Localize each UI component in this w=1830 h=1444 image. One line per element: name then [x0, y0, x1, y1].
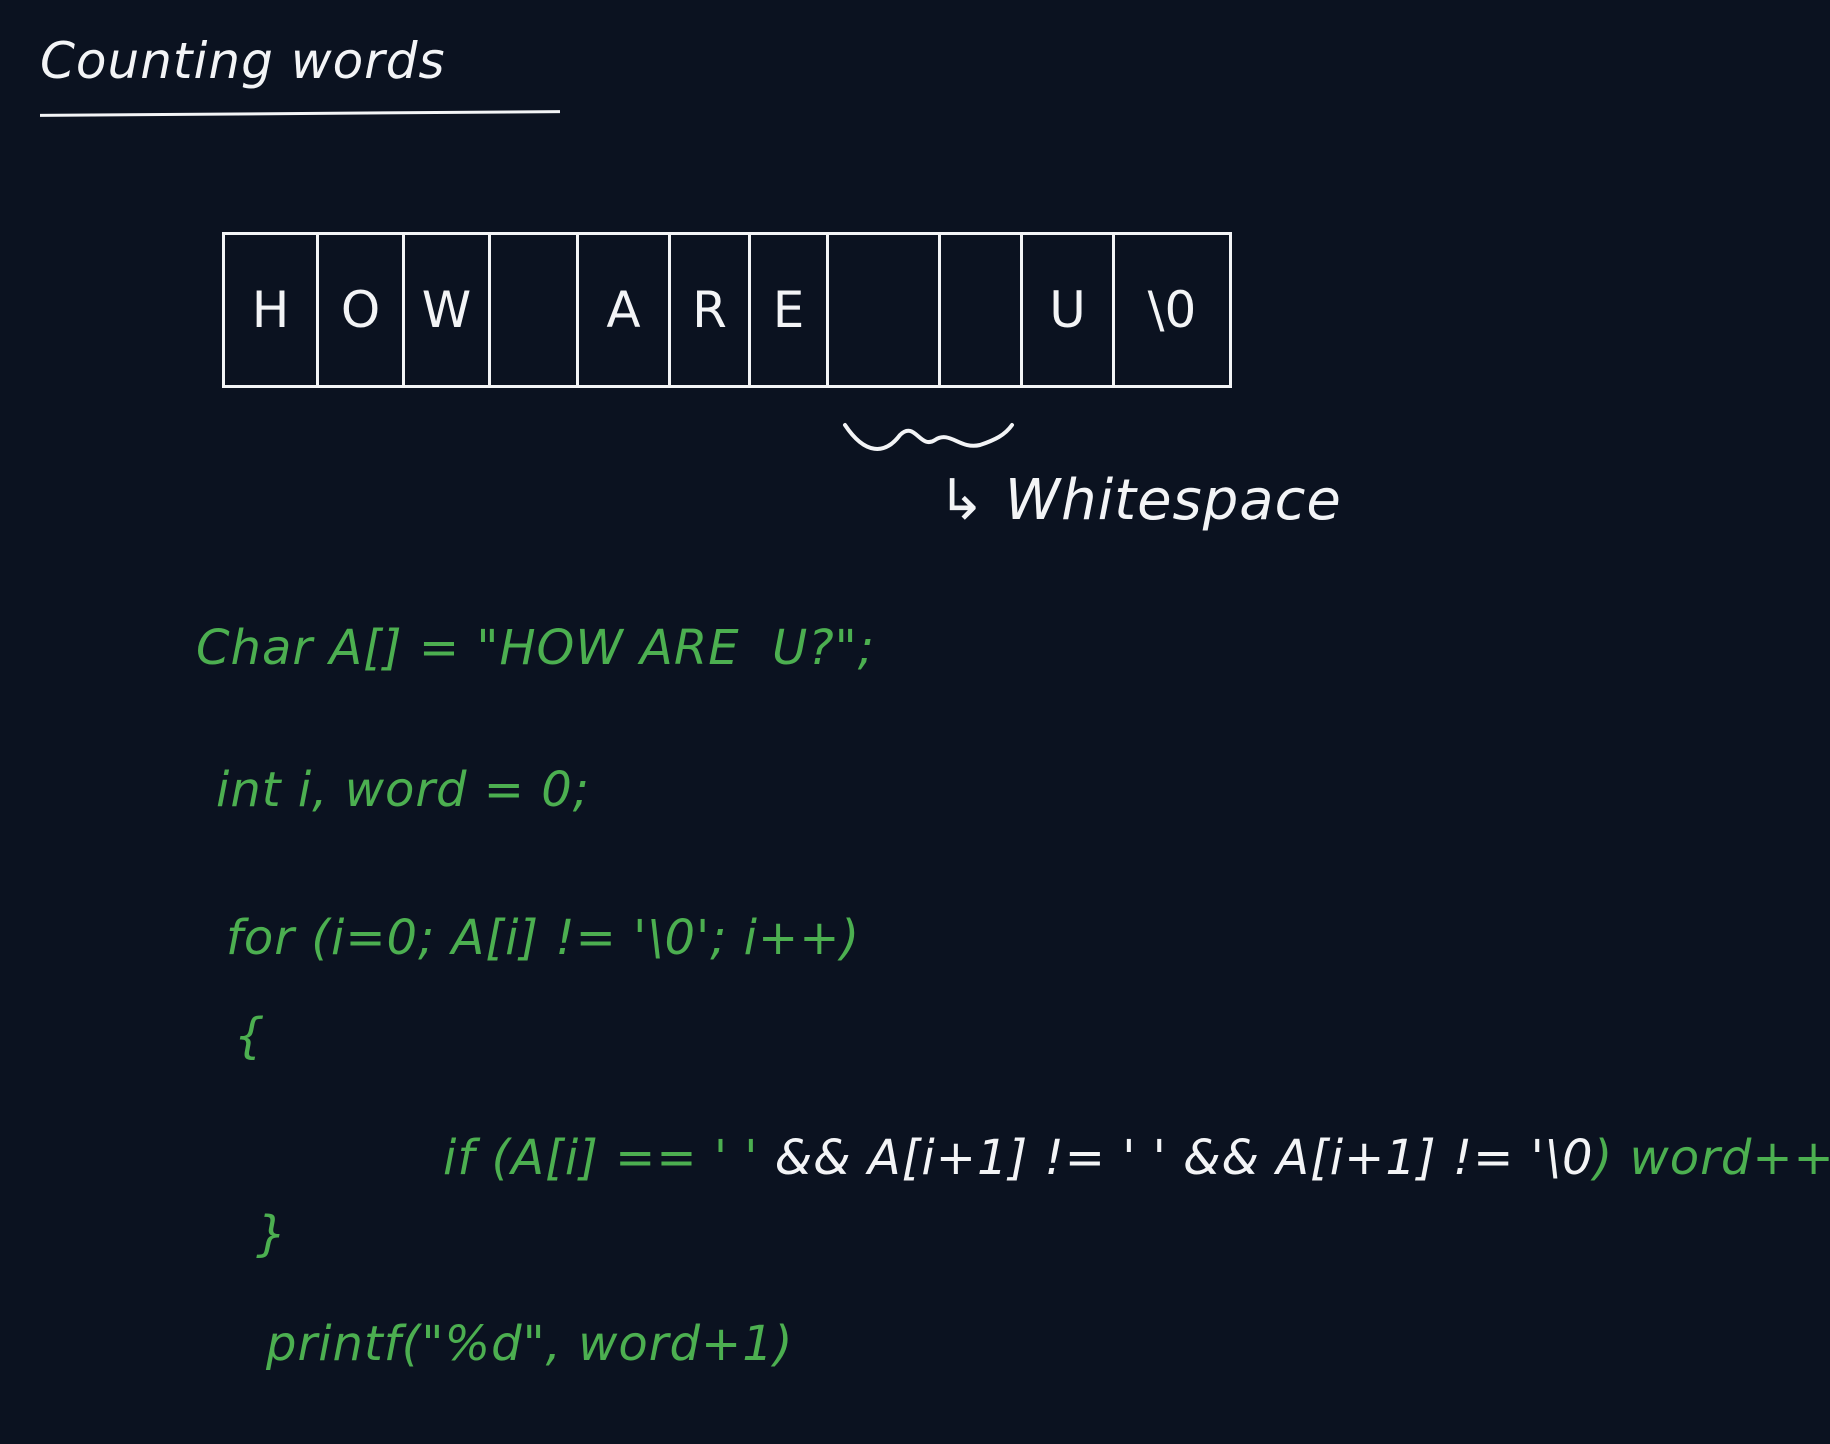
title-underline: [39, 110, 561, 117]
char-array-diagram: H O W A R E U \0: [222, 232, 1232, 388]
code-line-if-condition: if (A[i] == ' ' && A[i+1] != ' ' && A[i+…: [378, 1074, 1830, 1242]
code-line-for-loop: for (i=0; A[i] != '\0'; i++): [226, 910, 861, 966]
array-cell: [826, 235, 938, 385]
array-cell: O: [316, 235, 402, 385]
array-cell: H: [222, 235, 316, 385]
array-cell: [488, 235, 576, 385]
underbrace-icon: [843, 423, 1014, 451]
code-line-printf: printf("%d", word+1): [266, 1316, 794, 1372]
code-line-declaration: Char A[] = "HOW ARE U?";: [196, 620, 875, 676]
if-condition-start: if (A[i] == ' ': [443, 1130, 759, 1186]
array-cell: E: [748, 235, 826, 385]
array-cell: A: [576, 235, 668, 385]
if-condition-end: ) word++;: [1593, 1130, 1830, 1186]
whitespace-annotation: ↳ Whitespace: [938, 468, 1342, 533]
array-cell: U: [1020, 235, 1112, 385]
array-cell: W: [402, 235, 488, 385]
whiteboard-canvas: Counting words H O W A R E U \0 ↳ Whites…: [0, 0, 1830, 1444]
if-condition-middle: && A[i+1] != ' ' && A[i+1] != '\0: [758, 1130, 1594, 1186]
array-cell: R: [668, 235, 748, 385]
array-cell: \0: [1112, 235, 1232, 385]
code-line-variables: int i, word = 0;: [216, 762, 590, 818]
page-title: Counting words: [40, 32, 446, 90]
code-line-open-brace: {: [234, 1008, 266, 1064]
array-cell: [938, 235, 1020, 385]
code-line-close-brace: }: [256, 1206, 288, 1262]
